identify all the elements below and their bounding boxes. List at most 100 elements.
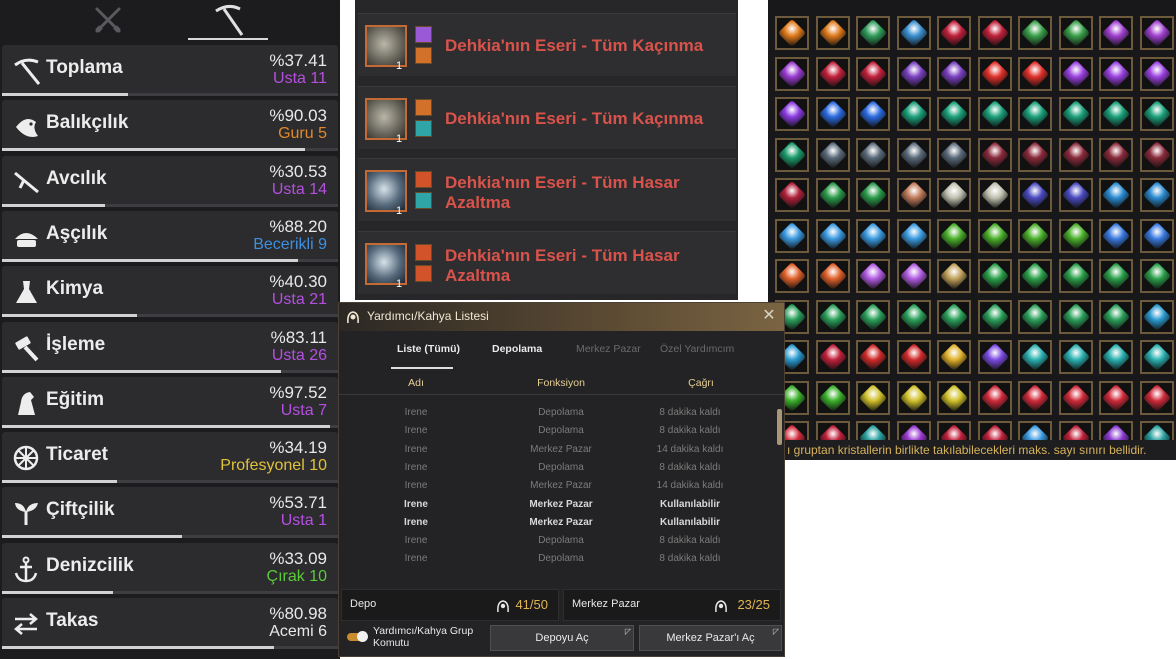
crystal-slot[interactable]	[937, 340, 971, 374]
crystal-slot[interactable]	[1058, 340, 1093, 374]
crystal-slot[interactable]	[856, 421, 890, 440]
crystal-slot[interactable]	[1139, 56, 1174, 91]
buff-row[interactable]: 1 Dehkia'nın Eseri - Tüm Kaçınma	[358, 85, 736, 149]
crystal-slot[interactable]	[1099, 16, 1133, 50]
crystal-slot[interactable]	[815, 421, 850, 440]
helper-row[interactable]: Irene Depolama 8 dakika kaldı	[339, 404, 774, 422]
crystal-slot[interactable]	[775, 16, 809, 50]
crystal-slot[interactable]	[937, 421, 971, 440]
crystal-slot[interactable]	[1139, 97, 1174, 131]
helper-row[interactable]: Irene Merkez Pazar Kullanılabilir	[339, 514, 774, 532]
skill-row[interactable]: Denizcilik %33.09 Çırak 10	[2, 542, 338, 594]
crystal-slot[interactable]	[856, 16, 890, 50]
crystal-slot[interactable]	[1018, 16, 1052, 50]
crystal-slot[interactable]	[1018, 56, 1052, 91]
crystal-slot[interactable]	[1099, 218, 1133, 253]
crystal-slot[interactable]	[1018, 259, 1052, 293]
crystal-slot[interactable]	[1099, 137, 1133, 172]
skill-row[interactable]: Kimya %40.30 Usta 21	[2, 266, 338, 318]
crystal-slot[interactable]	[775, 178, 809, 212]
crystal-slot[interactable]	[815, 259, 850, 293]
crystal-slot[interactable]	[1018, 299, 1052, 334]
crystal-slot[interactable]	[977, 16, 1012, 50]
crystal-slot[interactable]	[896, 259, 931, 293]
helper-row[interactable]: Irene Depolama 8 dakika kaldı	[339, 532, 774, 550]
crystal-slot[interactable]	[1099, 178, 1133, 212]
buff-row[interactable]: 1 Dehkia'nın Eseri - Tüm Kaçınma	[358, 13, 736, 76]
crystal-slot[interactable]	[815, 178, 850, 212]
crystal-slot[interactable]	[775, 56, 809, 91]
crystal-slot[interactable]	[1018, 340, 1052, 374]
crystal-slot[interactable]	[977, 97, 1012, 131]
crystal-slot[interactable]	[896, 421, 931, 440]
crystal-slot[interactable]	[1139, 137, 1174, 172]
helper-row[interactable]: Irene Depolama 8 dakika kaldı	[339, 550, 774, 568]
crystal-slot[interactable]	[1018, 97, 1052, 131]
crystal-slot[interactable]	[1099, 56, 1133, 91]
crystal-slot[interactable]	[856, 340, 890, 374]
crystal-slot[interactable]	[896, 56, 931, 91]
crystal-slot[interactable]	[1018, 178, 1052, 212]
crystal-slot[interactable]	[977, 56, 1012, 91]
skill-row[interactable]: Avcılık %30.53 Usta 14	[2, 155, 338, 207]
close-icon[interactable]: ✕	[760, 306, 778, 326]
skill-row[interactable]: Ticaret %34.19 Profesyonel 10	[2, 432, 338, 484]
crystal-slot[interactable]	[1139, 16, 1174, 50]
crystal-slot[interactable]	[815, 218, 850, 253]
crystal-slot[interactable]	[1139, 218, 1174, 253]
crystal-slot[interactable]	[896, 380, 931, 415]
crystal-slot[interactable]	[937, 178, 971, 212]
crystal-slot[interactable]	[1058, 56, 1093, 91]
crystal-slot[interactable]	[856, 56, 890, 91]
group-command-toggle[interactable]	[347, 631, 368, 642]
crystal-slot[interactable]	[937, 97, 971, 131]
crystal-slot[interactable]	[977, 299, 1012, 334]
helper-row[interactable]: Irene Merkez Pazar Kullanılabilir	[339, 496, 774, 514]
crystal-slot[interactable]	[896, 16, 931, 50]
tab-my-helper[interactable]: Özel Yardımcım	[660, 343, 734, 355]
crystal-slot[interactable]	[977, 218, 1012, 253]
helper-row[interactable]: Irene Depolama 8 dakika kaldı	[339, 422, 774, 440]
crystal-slot[interactable]	[1139, 421, 1174, 440]
crystal-slot[interactable]	[815, 380, 850, 415]
crystal-slot[interactable]	[1058, 259, 1093, 293]
buff-row[interactable]: 1 Dehkia'nın Eseri - Tüm Hasar Azaltma	[358, 158, 736, 221]
crystal-slot[interactable]	[937, 16, 971, 50]
crystal-slot[interactable]	[1139, 299, 1174, 334]
helper-row[interactable]: Irene Merkez Pazar 14 dakika kaldı	[339, 441, 774, 459]
crystal-slot[interactable]	[896, 218, 931, 253]
skill-row[interactable]: Toplama %37.41 Usta 11	[2, 45, 338, 96]
crystal-slot[interactable]	[1058, 421, 1093, 440]
crystal-slot[interactable]	[937, 259, 971, 293]
tab-list-all[interactable]: Liste (Tümü)	[397, 343, 460, 355]
crystal-slot[interactable]	[815, 56, 850, 91]
crystal-slot[interactable]	[977, 421, 1012, 440]
crystal-slot[interactable]	[1099, 421, 1133, 440]
crystal-slot[interactable]	[1058, 299, 1093, 334]
crystal-slot[interactable]	[977, 137, 1012, 172]
crystal-slot[interactable]	[937, 380, 971, 415]
crystal-slot[interactable]	[856, 137, 890, 172]
crystal-slot[interactable]	[1139, 178, 1174, 212]
buff-row[interactable]: 1 Dehkia'nın Eseri - Tüm Hasar Azaltma	[358, 230, 736, 294]
crystal-slot[interactable]	[1058, 97, 1093, 131]
tab-storage[interactable]: Depolama	[492, 343, 542, 355]
crystal-slot[interactable]	[815, 137, 850, 172]
crystal-slot[interactable]	[1099, 299, 1133, 334]
crystal-slot[interactable]	[815, 97, 850, 131]
crystal-slot[interactable]	[1018, 380, 1052, 415]
crystal-slot[interactable]	[937, 56, 971, 91]
crystal-slot[interactable]	[1018, 218, 1052, 253]
crystal-slot[interactable]	[856, 299, 890, 334]
crystal-slot[interactable]	[856, 259, 890, 293]
crystal-slot[interactable]	[1058, 218, 1093, 253]
crystal-slot[interactable]	[896, 299, 931, 334]
tab-central-market[interactable]: Merkez Pazar	[576, 343, 641, 355]
crystal-slot[interactable]	[856, 97, 890, 131]
skill-row[interactable]: Takas %80.98 Acemi 6	[2, 598, 338, 649]
crystal-slot[interactable]	[1018, 137, 1052, 172]
helper-row[interactable]: Irene Depolama 8 dakika kaldı	[339, 459, 774, 477]
skill-row[interactable]: Aşçılık %88.20 Becerikli 9	[2, 210, 338, 262]
crystal-slot[interactable]	[775, 259, 809, 293]
crystal-slot[interactable]	[937, 299, 971, 334]
